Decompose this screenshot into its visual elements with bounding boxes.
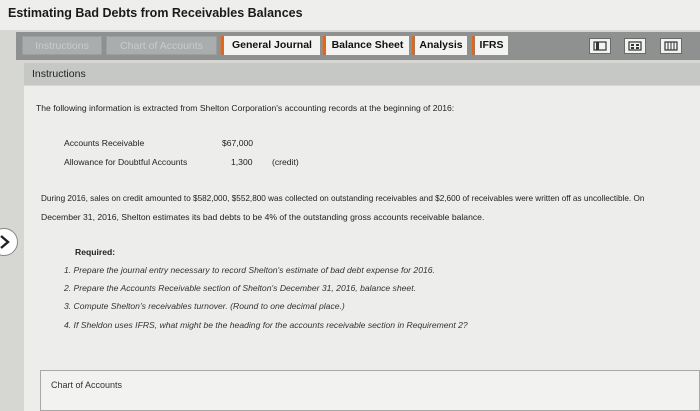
account-note: (credit)	[272, 157, 299, 167]
chevron-right-icon[interactable]	[0, 228, 18, 256]
bookmark-icon[interactable]	[589, 38, 611, 54]
requirement-item: 2. Prepare the Accounts Receivable secti…	[64, 283, 416, 293]
calculator-icon[interactable]	[624, 38, 646, 54]
requirement-item: 3. Compute Shelton's receivables turnove…	[64, 301, 345, 311]
tab-ifrs[interactable]: IFRS	[472, 36, 508, 55]
requirement-item: 1. Prepare the journal entry necessary t…	[64, 265, 435, 275]
panel-heading: Instructions	[32, 68, 86, 80]
tab-general-journal[interactable]: General Journal	[221, 36, 320, 55]
paragraph-line-2: December 31, 2016, Shelton estimates its…	[41, 212, 485, 222]
tab-analysis[interactable]: Analysis	[412, 36, 467, 55]
account-amount: 1,300	[231, 157, 253, 167]
chart-of-accounts-box[interactable]: Chart of Accounts	[40, 370, 700, 411]
chart-of-accounts-label: Chart of Accounts	[51, 380, 123, 390]
page-title: Estimating Bad Debts from Receivables Ba…	[8, 6, 303, 20]
account-amount: $67,000	[222, 138, 254, 148]
required-heading: Required:	[75, 247, 116, 257]
title-bar: Estimating Bad Debts from Receivables Ba…	[0, 0, 700, 30]
tab-balance-sheet[interactable]: Balance Sheet	[323, 36, 409, 55]
paragraph-line-1: During 2016, sales on credit amounted to…	[41, 194, 645, 203]
requirement-item: 4. If Sheldon uses IFRS, what might be t…	[64, 320, 468, 330]
intro-text: The following information is extracted f…	[36, 103, 455, 113]
tab-bar: Instructions Chart of Accounts General J…	[16, 32, 700, 60]
panel-header: Instructions	[24, 63, 700, 85]
instructions-panel: The following information is extracted f…	[24, 86, 700, 411]
account-name: Accounts Receivable	[64, 138, 145, 148]
account-name: Allowance for Doubtful Accounts	[64, 157, 188, 167]
tab-instructions[interactable]: Instructions	[22, 36, 102, 55]
tab-chart-of-accounts[interactable]: Chart of Accounts	[106, 36, 217, 55]
grid-icon[interactable]	[660, 38, 682, 54]
